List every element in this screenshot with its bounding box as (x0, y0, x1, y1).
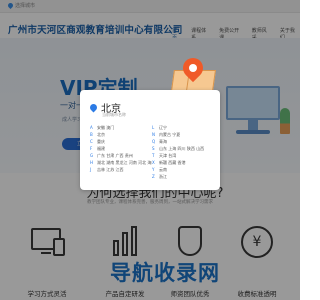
city-group-letter: T (152, 153, 155, 158)
city-group: J 吉林 江苏 江西 (90, 166, 152, 173)
city-group: G 广东 甘肃 广西 贵州 (90, 152, 152, 159)
city-group: T 天津 台湾 (152, 152, 214, 159)
city-group-letter: B (90, 132, 93, 137)
city-group: Z 浙江 (152, 173, 214, 180)
city-group-letter: Z (152, 174, 155, 179)
location-pin-icon (88, 102, 99, 113)
city-group-names[interactable]: 重庆 (97, 138, 105, 145)
city-group-names[interactable]: 新疆 西藏 香港 (159, 159, 186, 166)
city-group: L 辽宁 (152, 124, 214, 131)
city-group: S 山东 上海 四川 陕西 山西 (152, 145, 214, 152)
city-group-names[interactable]: 安徽 澳门 (97, 124, 114, 131)
city-group-letter: C (90, 139, 93, 144)
city-group: B 北京 (90, 131, 152, 138)
city-group-names[interactable]: 广东 甘肃 广西 贵州 (97, 152, 133, 159)
city-group: A 安徽 澳门 (90, 124, 152, 131)
city-group-names[interactable]: 北京 (97, 131, 105, 138)
city-group: X 新疆 西藏 香港 (152, 159, 214, 166)
city-group-letter: G (90, 153, 94, 158)
city-group-letter: J (90, 167, 92, 172)
city-group-names[interactable]: 辽宁 (159, 124, 167, 131)
city-group-names[interactable]: 青海 (159, 138, 167, 145)
city-group-letter: Q (152, 139, 156, 144)
city-group-letter: Y (152, 167, 155, 172)
city-group-names[interactable]: 福建 (97, 145, 105, 152)
city-group-names[interactable]: 云南 (159, 166, 167, 173)
city-group-letter: S (152, 146, 155, 151)
city-group-names[interactable]: 浙江 (159, 173, 167, 180)
city-group: N 内蒙古 宁夏 (152, 131, 214, 138)
city-group-names[interactable]: 吉林 江苏 江西 (97, 166, 124, 173)
city-group: F 福建 (90, 145, 152, 152)
city-group: Q 青海 (152, 138, 214, 145)
city-group-letter: A (90, 125, 93, 130)
city-list-left: A 安徽 澳门 B 北京 C 重庆 F 福建 G 广东 甘肃 广西 贵州 H 湖北 湖南 黑… (90, 124, 152, 173)
city-group-names[interactable]: 山东 上海 四川 陕西 山西 (159, 145, 204, 152)
city-group-letter: H (90, 160, 94, 165)
city-group-letter: L (152, 125, 155, 130)
city-group-names[interactable]: 内蒙古 宁夏 (159, 131, 180, 138)
city-picker-dialog: 北京 当前城市名称 A 安徽 澳门 B 北京 C 重庆 F 福建 G 广东 甘肃 广西 贵… (80, 90, 220, 190)
city-group: H 湖北 湖南 黑龙江 河南 河北 海南 (90, 159, 152, 166)
city-group: Y 云南 (152, 166, 214, 173)
city-group-letter: X (152, 160, 155, 165)
city-list-right: L 辽宁 N 内蒙古 宁夏 Q 青海 S 山东 上海 四川 陕西 山西 T 天津 台湾 X… (152, 124, 214, 180)
city-group-names[interactable]: 天津 台湾 (159, 152, 176, 159)
city-group-names[interactable]: 湖北 湖南 黑龙江 河南 河北 海南 (97, 159, 152, 166)
city-group-letter: F (90, 146, 93, 151)
city-group: C 重庆 (90, 138, 152, 145)
city-hint: 当前城市名称 (102, 112, 126, 117)
city-group-letter: N (152, 132, 155, 137)
